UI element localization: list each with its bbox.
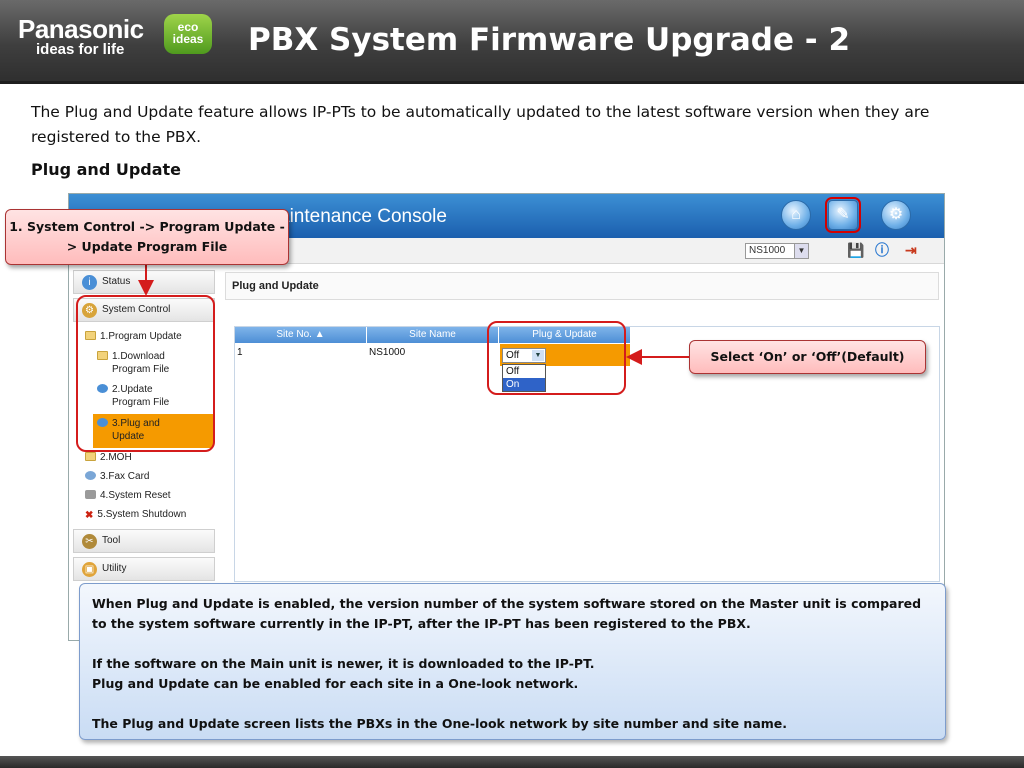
note-spacer [92,694,933,714]
site-select-value: NS1000 [749,245,786,256]
sidebar-status-label: Status [102,276,131,287]
logout-icon[interactable]: ⇥ [905,242,917,258]
panasonic-logo: Panasonic ideas for life [18,16,144,58]
sidebar-tool-label: Tool [102,535,121,546]
slide-footer-bar [0,756,1024,768]
note-paragraph-1: When Plug and Update is enabled, the ver… [92,596,922,631]
fax-card-label: 3.Fax Card [100,471,150,482]
fax-icon [85,471,96,480]
sidebar-utility-label: Utility [102,563,127,574]
cell-site-name: NS1000 [369,347,406,358]
utility-icon: ▣ [82,562,97,577]
system-reset-label: 4.System Reset [100,490,171,501]
note-spacer [92,634,933,654]
settings-icon[interactable]: ⚙ [881,200,911,230]
highlight-plug-update-column [487,321,626,395]
intro-text: The Plug and Update feature allows IP-PT… [31,103,930,146]
slide-header: Panasonic ideas for life eco ideas PBX S… [0,0,1024,84]
moh-label: 2.MOH [100,452,132,463]
sidebar-item-system-reset[interactable]: 4.System Reset [85,489,171,502]
eco-badge-line2: ideas [172,32,204,46]
note-paragraph-4: The Plug and Update screen lists the PBX… [92,716,788,731]
console-title: aintenance Console [279,206,447,227]
status-icon: i [82,275,97,290]
column-header-site-name[interactable]: Site Name [367,327,499,343]
home-icon[interactable]: ⌂ [781,200,811,230]
brand-tagline: ideas for life [36,41,125,58]
note-paragraph-3: Plug and Update can be enabled for each … [92,676,579,691]
eco-ideas-badge: eco ideas [164,14,212,54]
sidebar-item-system-shutdown[interactable]: ✖ 5.System Shutdown [85,508,186,522]
note-paragraph-2: If the software on the Main unit is newe… [92,656,595,671]
wrench-icon[interactable]: ✎ [825,197,861,233]
save-icon[interactable]: 💾 [847,242,864,258]
chevron-down-icon: ▼ [794,244,808,258]
brand-name: Panasonic [18,14,144,44]
explanation-note: When Plug and Update is enabled, the ver… [79,583,946,740]
cell-site-no: 1 [237,347,243,358]
tool-icon: ✂ [82,534,97,549]
sidebar-status[interactable]: i Status [73,270,215,294]
page-title: Plug and Update [225,272,939,300]
close-icon: ✖ [85,510,94,521]
column-header-site-no[interactable]: Site No. ▲ [235,327,367,343]
slide-title: PBX System Firmware Upgrade - 2 [248,22,851,58]
sidebar-item-fax-card[interactable]: 3.Fax Card [85,470,149,483]
sidebar-item-moh[interactable]: 2.MOH [85,451,132,464]
reset-icon [85,490,96,499]
site-select[interactable]: NS1000 ▼ [745,243,809,259]
callout-select-option: Select ‘On’ or ‘Off’(Default) [689,340,926,374]
system-shutdown-label: 5.System Shutdown [97,509,187,520]
folder-icon [85,452,96,461]
info-icon[interactable]: ⓘ [875,242,889,258]
highlight-system-control [76,295,215,452]
subheading: Plug and Update [31,160,182,179]
sidebar-tool[interactable]: ✂ Tool [73,529,215,553]
callout-navigation-step: 1. System Control -> Program Update -> U… [5,209,289,265]
sidebar-utility[interactable]: ▣ Utility [73,557,215,581]
